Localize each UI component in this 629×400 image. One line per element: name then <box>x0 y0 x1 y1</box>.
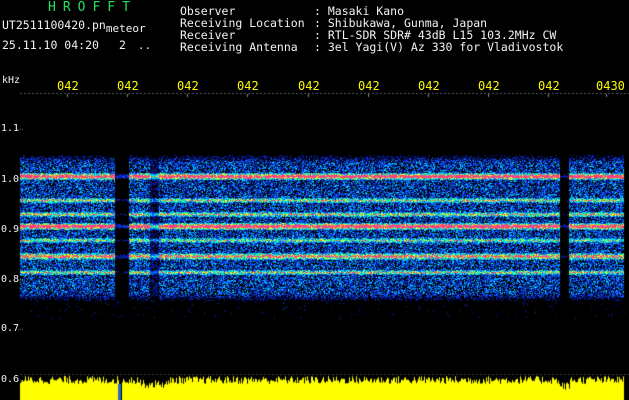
detection-count: 2 <box>118 38 126 52</box>
y-tick-label: 0.8 <box>1 274 20 285</box>
time-tick-label: 042 <box>237 79 259 93</box>
frequency-unit-label: kHz <box>2 75 21 86</box>
time-tick-label: 042 <box>418 79 440 93</box>
time-tick-label: 0430 <box>596 79 625 93</box>
time-tick-label: 042 <box>117 79 139 93</box>
y-tick-label: 1.1 <box>1 123 20 134</box>
count-suffix: .. <box>137 39 152 52</box>
timestamp: 25.11.10 04:20 <box>2 38 99 52</box>
file-name-text: UT2511100420.pn <box>2 18 106 32</box>
time-tick-label: 042 <box>57 79 79 93</box>
y-tick-label: 0.7 <box>1 323 20 334</box>
time-tick-label: 042 <box>538 79 560 93</box>
y-tick-label: 0.9 <box>1 224 20 235</box>
header-value-antenna: : 3el Yagi(V) Az 330 for Vladivostok <box>314 40 564 54</box>
app-title: HROFFT <box>48 0 137 15</box>
time-tick-label: 042 <box>177 79 199 93</box>
header-label-antenna: Receiving Antenna <box>180 40 298 54</box>
time-tick-label: 042 <box>478 79 500 93</box>
file-name: UT2511100420.pnmeteor <box>2 18 146 35</box>
y-tick-label: 1.0 <box>1 174 20 185</box>
spectrogram-canvas <box>0 0 629 400</box>
timestamp-row: 25.11.10 04:20 2.. <box>2 38 152 52</box>
time-tick-label: 042 <box>358 79 380 93</box>
file-tag: meteor <box>105 22 146 35</box>
time-tick-label: 042 <box>298 79 320 93</box>
y-tick-label: 0.6 <box>1 374 20 385</box>
